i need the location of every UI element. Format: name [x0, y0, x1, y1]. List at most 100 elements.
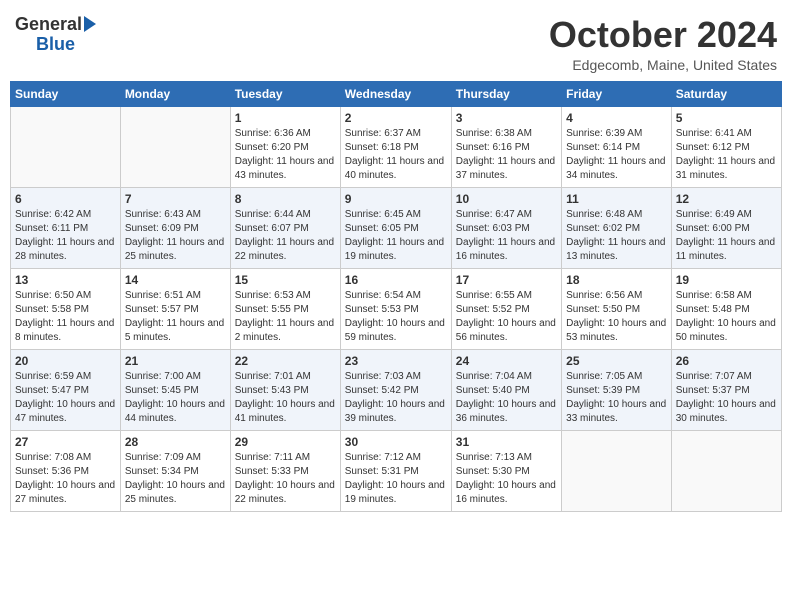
calendar-cell: 18Sunrise: 6:56 AM Sunset: 5:50 PM Dayli… [562, 268, 672, 349]
day-number: 24 [456, 354, 557, 368]
calendar-cell: 27 Sunrise: 7:08 AM Sunset: 5:36 PM Dayli… [11, 430, 121, 511]
day-info: Sunrise: 6:59 AM Sunset: 5:47 PM Dayligh… [15, 370, 116, 426]
day-info: Sunrise: 6:49 AM Sunset: 6:00 PM Dayligh… [676, 208, 777, 264]
logo-arrow-icon [84, 16, 96, 32]
calendar-cell: 4 Sunrise: 6:39 AM Sunset: 6:14 PM Daylig… [562, 106, 672, 187]
day-info: Sunrise: 6:51 AM Sunset: 5:57 PM Dayligh… [125, 289, 226, 345]
day-number: 28 [125, 435, 226, 449]
day-number: 7 [125, 192, 226, 206]
day-number: 20 [15, 354, 116, 368]
day-number: 29 [235, 435, 336, 449]
calendar-cell: 1 Sunrise: 6:36 AM Sunset: 6:20 PM Daylig… [230, 106, 340, 187]
logo-text: General [15, 15, 82, 35]
calendar-cell: 26Sunrise: 7:07 AM Sunset: 5:37 PM Dayli… [671, 349, 781, 430]
day-info: Sunrise: 7:04 AM Sunset: 5:40 PM Dayligh… [456, 370, 557, 426]
calendar-cell: 12 Sunrise: 6:49 AM Sunset: 6:00 PM Dayli… [671, 187, 781, 268]
day-info: Sunrise: 6:36 AM Sunset: 6:20 PM Dayligh… [235, 127, 336, 183]
calendar-week-row: 27 Sunrise: 7:08 AM Sunset: 5:36 PM Dayli… [11, 430, 782, 511]
calendar-cell: 3 Sunrise: 6:38 AM Sunset: 6:16 PM Daylig… [451, 106, 561, 187]
day-info: Sunrise: 6:53 AM Sunset: 5:55 PM Dayligh… [235, 289, 336, 345]
day-number: 21 [125, 354, 226, 368]
day-number: 15 [235, 273, 336, 287]
day-number: 14 [125, 273, 226, 287]
day-number: 12 [676, 192, 777, 206]
day-number: 9 [345, 192, 447, 206]
calendar-cell: 31 Sunrise: 7:13 AM Sunset: 5:30 PM Dayli… [451, 430, 561, 511]
day-info: Sunrise: 6:37 AM Sunset: 6:18 PM Dayligh… [345, 127, 447, 183]
day-info: Sunrise: 7:01 AM Sunset: 5:43 PM Dayligh… [235, 370, 336, 426]
day-number: 1 [235, 111, 336, 125]
calendar-cell [562, 430, 672, 511]
day-number: 2 [345, 111, 447, 125]
day-info: Sunrise: 7:03 AM Sunset: 5:42 PM Dayligh… [345, 370, 447, 426]
day-info: Sunrise: 6:54 AM Sunset: 5:53 PM Dayligh… [345, 289, 447, 345]
day-number: 19 [676, 273, 777, 287]
calendar-week-row: 20 Sunrise: 6:59 AM Sunset: 5:47 PM Dayli… [11, 349, 782, 430]
calendar-cell: 11Sunrise: 6:48 AM Sunset: 6:02 PM Dayli… [562, 187, 672, 268]
day-number: 17 [456, 273, 557, 287]
calendar-cell: 8Sunrise: 6:44 AM Sunset: 6:07 PM Daylig… [230, 187, 340, 268]
day-number: 22 [235, 354, 336, 368]
calendar-week-row: 6 Sunrise: 6:42 AM Sunset: 6:11 PM Daylig… [11, 187, 782, 268]
calendar-cell: 7 Sunrise: 6:43 AM Sunset: 6:09 PM Daylig… [120, 187, 230, 268]
day-info: Sunrise: 6:58 AM Sunset: 5:48 PM Dayligh… [676, 289, 777, 345]
day-info: Sunrise: 6:50 AM Sunset: 5:58 PM Dayligh… [15, 289, 116, 345]
day-info: Sunrise: 7:05 AM Sunset: 5:39 PM Dayligh… [566, 370, 667, 426]
day-number: 30 [345, 435, 447, 449]
weekday-header-wednesday: Wednesday [340, 81, 451, 106]
day-number: 16 [345, 273, 447, 287]
day-number: 5 [676, 111, 777, 125]
day-number: 18 [566, 273, 667, 287]
calendar-cell: 24 Sunrise: 7:04 AM Sunset: 5:40 PM Dayli… [451, 349, 561, 430]
day-info: Sunrise: 7:09 AM Sunset: 5:34 PM Dayligh… [125, 451, 226, 507]
logo: General Blue [15, 15, 96, 55]
calendar-cell: 25 Sunrise: 7:05 AM Sunset: 5:39 PM Dayli… [562, 349, 672, 430]
calendar-cell: 21 Sunrise: 7:00 AM Sunset: 5:45 PM Dayli… [120, 349, 230, 430]
day-info: Sunrise: 6:55 AM Sunset: 5:52 PM Dayligh… [456, 289, 557, 345]
calendar-cell: 19 Sunrise: 6:58 AM Sunset: 5:48 PM Dayli… [671, 268, 781, 349]
logo-blue-text: Blue [36, 35, 75, 55]
calendar-cell: 6 Sunrise: 6:42 AM Sunset: 6:11 PM Daylig… [11, 187, 121, 268]
day-number: 27 [15, 435, 116, 449]
title-block: October 2024 Edgecomb, Maine, United Sta… [549, 15, 777, 73]
day-info: Sunrise: 6:38 AM Sunset: 6:16 PM Dayligh… [456, 127, 557, 183]
calendar-cell: 30 Sunrise: 7:12 AM Sunset: 5:31 PM Dayli… [340, 430, 451, 511]
calendar-cell: 15 Sunrise: 6:53 AM Sunset: 5:55 PM Dayli… [230, 268, 340, 349]
calendar-cell: 2 Sunrise: 6:37 AM Sunset: 6:18 PM Daylig… [340, 106, 451, 187]
weekday-header-thursday: Thursday [451, 81, 561, 106]
day-info: Sunrise: 6:43 AM Sunset: 6:09 PM Dayligh… [125, 208, 226, 264]
page-header: General Blue October 2024 Edgecomb, Main… [10, 10, 782, 73]
weekday-header-saturday: Saturday [671, 81, 781, 106]
calendar-cell: 20 Sunrise: 6:59 AM Sunset: 5:47 PM Dayli… [11, 349, 121, 430]
day-info: Sunrise: 7:12 AM Sunset: 5:31 PM Dayligh… [345, 451, 447, 507]
day-info: Sunrise: 6:41 AM Sunset: 6:12 PM Dayligh… [676, 127, 777, 183]
calendar-cell: 16 Sunrise: 6:54 AM Sunset: 5:53 PM Dayli… [340, 268, 451, 349]
day-info: Sunrise: 6:39 AM Sunset: 6:14 PM Dayligh… [566, 127, 667, 183]
day-number: 11 [566, 192, 667, 206]
day-info: Sunrise: 6:45 AM Sunset: 6:05 PM Dayligh… [345, 208, 447, 264]
day-number: 13 [15, 273, 116, 287]
calendar-cell [120, 106, 230, 187]
day-info: Sunrise: 7:13 AM Sunset: 5:30 PM Dayligh… [456, 451, 557, 507]
day-number: 6 [15, 192, 116, 206]
day-info: Sunrise: 6:47 AM Sunset: 6:03 PM Dayligh… [456, 208, 557, 264]
calendar-cell [11, 106, 121, 187]
day-number: 3 [456, 111, 557, 125]
calendar-cell: 9 Sunrise: 6:45 AM Sunset: 6:05 PM Daylig… [340, 187, 451, 268]
day-info: Sunrise: 7:00 AM Sunset: 5:45 PM Dayligh… [125, 370, 226, 426]
calendar-cell [671, 430, 781, 511]
day-number: 4 [566, 111, 667, 125]
calendar-cell: 5 Sunrise: 6:41 AM Sunset: 6:12 PM Daylig… [671, 106, 781, 187]
calendar-week-row: 13 Sunrise: 6:50 AM Sunset: 5:58 PM Dayli… [11, 268, 782, 349]
day-number: 26 [676, 354, 777, 368]
weekday-header-monday: Monday [120, 81, 230, 106]
calendar-cell: 10Sunrise: 6:47 AM Sunset: 6:03 PM Dayli… [451, 187, 561, 268]
day-number: 25 [566, 354, 667, 368]
day-info: Sunrise: 6:42 AM Sunset: 6:11 PM Dayligh… [15, 208, 116, 264]
day-info: Sunrise: 7:08 AM Sunset: 5:36 PM Dayligh… [15, 451, 116, 507]
weekday-header-row: SundayMondayTuesdayWednesdayThursdayFrid… [11, 81, 782, 106]
calendar-cell: 13 Sunrise: 6:50 AM Sunset: 5:58 PM Dayli… [11, 268, 121, 349]
day-number: 31 [456, 435, 557, 449]
calendar-cell: 23Sunrise: 7:03 AM Sunset: 5:42 PM Dayli… [340, 349, 451, 430]
calendar-cell: 22 Sunrise: 7:01 AM Sunset: 5:43 PM Dayli… [230, 349, 340, 430]
